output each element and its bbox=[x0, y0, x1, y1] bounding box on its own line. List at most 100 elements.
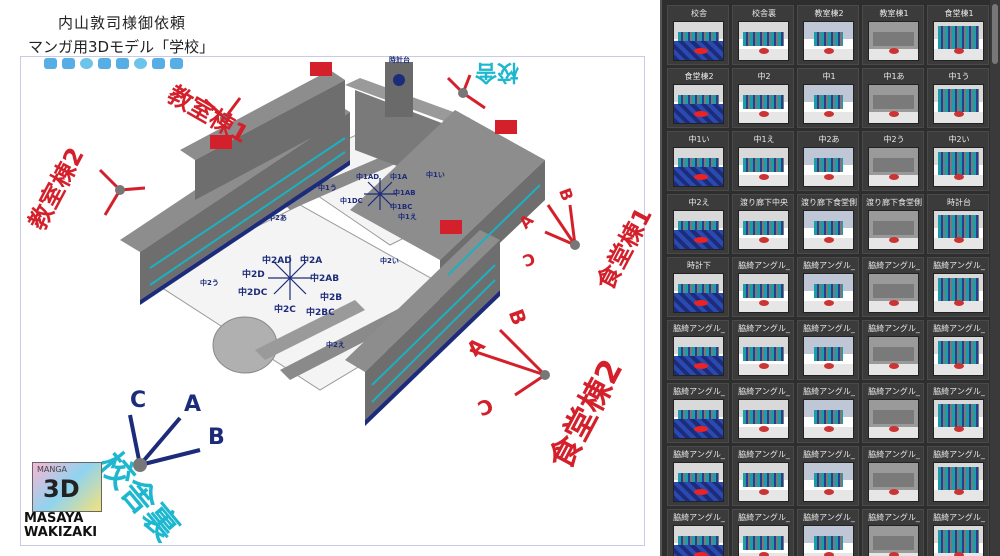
thumbnail-image bbox=[933, 210, 984, 250]
panel-scrollbar[interactable] bbox=[990, 0, 1000, 556]
clock-tower bbox=[385, 62, 413, 117]
thumbnail-image bbox=[673, 21, 724, 61]
thumbnail-image bbox=[933, 525, 984, 556]
thumbnail-image bbox=[933, 147, 984, 187]
thumbnail-image bbox=[868, 21, 919, 61]
thumbnail-grid: 校舎 校舎裏 教室棟2 教室棟1 食堂棟1 食堂棟2 中2 中1 中1あ 中1う中1い 中1え 中2あ… bbox=[667, 5, 991, 556]
label-naka2e: 中2え bbox=[326, 341, 345, 349]
thumbnail-label: 教室棟2 bbox=[814, 9, 844, 18]
thumbnail-tile[interactable]: 脇綺アングル_ bbox=[667, 446, 729, 506]
thumbnail-tile[interactable]: 中1え bbox=[732, 131, 794, 191]
thumbnail-tile[interactable]: 脇綺アングル_ bbox=[667, 509, 729, 556]
thumbnail-tile[interactable]: 脇綺アングル_ bbox=[862, 257, 924, 317]
thumbnail-tile[interactable]: 時計台 bbox=[927, 194, 989, 254]
thumbnail-tile[interactable]: 教室棟1 bbox=[862, 5, 924, 65]
label-naka1dc: 中1DC bbox=[340, 197, 363, 205]
thumbnail-tile[interactable]: 脇綺アングル_ bbox=[862, 320, 924, 380]
thumbnail-tile[interactable]: 脇綺アングル_ bbox=[732, 383, 794, 443]
thumbnail-image bbox=[933, 462, 984, 502]
thumbnail-tile[interactable]: 脇綺アングル_ bbox=[667, 383, 729, 443]
thumbnail-image bbox=[738, 210, 789, 250]
thumbnail-label: 脇綺アングル_ bbox=[738, 324, 790, 333]
thumbnail-tile[interactable]: 中2え bbox=[667, 194, 729, 254]
thumbnail-tile[interactable]: 渡り廊下中央 bbox=[732, 194, 794, 254]
thumbnail-tile[interactable]: 脇綺アングル_ bbox=[862, 446, 924, 506]
label-c: C bbox=[130, 388, 147, 413]
thumbnail-tile[interactable]: 渡り廊下食堂側 bbox=[797, 194, 859, 254]
thumbnail-label: 脇綺アングル_ bbox=[738, 387, 790, 396]
label-naka2c: 中2C bbox=[274, 305, 296, 315]
thumbnail-label: 食堂棟1 bbox=[944, 9, 974, 18]
thumbnail-tile[interactable]: 教室棟2 bbox=[797, 5, 859, 65]
thumbnail-tile[interactable]: 中2 bbox=[732, 68, 794, 128]
school-diagram: 内山敦司様御依頼 マンガ用3Dモデル「学校」 教室棟1 教室棟2 校舎 食堂棟1… bbox=[0, 0, 660, 556]
thumbnail-label: 教室棟1 bbox=[879, 9, 909, 18]
label-naka1i: 中1い bbox=[426, 171, 445, 179]
label-naka1a: 中1A bbox=[390, 173, 408, 181]
thumbnail-tile[interactable]: 脇綺アングル_ bbox=[667, 320, 729, 380]
thumbnail-tile[interactable]: 中1 bbox=[797, 68, 859, 128]
label-naka2u: 中2う bbox=[200, 279, 219, 287]
thumbnail-label: 脇綺アングル_ bbox=[933, 450, 985, 459]
label-naka2a-h: 中2あ bbox=[268, 214, 287, 222]
thumbnail-label: 脇綺アングル_ bbox=[673, 450, 725, 459]
thumbnail-tile[interactable]: 時計下 bbox=[667, 257, 729, 317]
thumbnail-tile[interactable]: 脇綺アングル_ bbox=[732, 257, 794, 317]
thumbnail-label: 中2え bbox=[688, 198, 710, 207]
label-naka2dc: 中2DC bbox=[238, 288, 268, 298]
thumbnail-tile[interactable]: 脇綺アングル_ bbox=[927, 383, 989, 443]
thumbnail-image bbox=[868, 147, 919, 187]
thumbnail-label: 中1 bbox=[822, 72, 836, 81]
thumbnail-tile[interactable]: 中1あ bbox=[862, 68, 924, 128]
thumbnail-tile[interactable]: 食堂棟2 bbox=[667, 68, 729, 128]
thumbnail-label: 脇綺アングル_ bbox=[868, 324, 920, 333]
thumbnail-tile[interactable]: 脇綺アングル_ bbox=[797, 383, 859, 443]
thumbnail-image bbox=[673, 273, 724, 313]
thumbnail-tile[interactable]: 脇綺アングル_ bbox=[797, 509, 859, 556]
thumbnail-label: 中1い bbox=[688, 135, 710, 144]
thumbnail-tile[interactable]: 脇綺アングル_ bbox=[927, 320, 989, 380]
thumbnail-tile[interactable]: 脇綺アングル_ bbox=[732, 509, 794, 556]
camera-point bbox=[458, 88, 468, 98]
scrollbar-thumb[interactable] bbox=[992, 4, 998, 64]
roof-marker bbox=[440, 220, 462, 234]
thumbnail-tile[interactable]: 脇綺アングル_ bbox=[927, 257, 989, 317]
thumbnail-tile[interactable]: 脇綺アングル_ bbox=[797, 320, 859, 380]
thumbnail-image bbox=[933, 336, 984, 376]
thumbnail-image bbox=[868, 84, 919, 124]
thumbnail-label: 脇綺アングル_ bbox=[803, 387, 855, 396]
thumbnail-tile[interactable]: 脇綺アングル_ bbox=[927, 446, 989, 506]
thumbnail-label: 校舎 bbox=[691, 9, 707, 18]
thumbnail-image bbox=[803, 399, 854, 439]
thumbnail-tile[interactable]: 中1い bbox=[667, 131, 729, 191]
thumbnail-tile[interactable]: 食堂棟1 bbox=[927, 5, 989, 65]
thumbnail-label: 脇綺アングル_ bbox=[673, 324, 725, 333]
thumbnail-tile[interactable]: 渡り廊下食堂側 bbox=[862, 194, 924, 254]
camera-point bbox=[570, 240, 580, 250]
camera-point bbox=[115, 185, 125, 195]
thumbnail-tile[interactable]: 中2う bbox=[862, 131, 924, 191]
thumbnail-tile[interactable]: 中1う bbox=[927, 68, 989, 128]
label-naka1ad: 中1AD bbox=[356, 173, 380, 181]
thumbnail-label: 脇綺アングル_ bbox=[868, 261, 920, 270]
thumbnail-image bbox=[673, 147, 724, 187]
thumbnail-tile[interactable]: 中2い bbox=[927, 131, 989, 191]
thumbnail-tile[interactable]: 脇綺アングル_ bbox=[732, 446, 794, 506]
thumbnail-tile[interactable]: 中2あ bbox=[797, 131, 859, 191]
label-a: A bbox=[184, 392, 202, 417]
thumbnail-tile[interactable]: 校舎裏 bbox=[732, 5, 794, 65]
thumbnail-label: 食堂棟2 bbox=[684, 72, 714, 81]
camera-point bbox=[540, 370, 550, 380]
thumbnail-label: 渡り廊下中央 bbox=[740, 198, 788, 207]
thumbnail-tile[interactable]: 脇綺アングル_ bbox=[862, 509, 924, 556]
thumbnail-tile[interactable]: 脇綺アングル_ bbox=[797, 257, 859, 317]
thumbnail-image bbox=[803, 21, 854, 61]
thumbnail-tile[interactable]: 校舎 bbox=[667, 5, 729, 65]
thumbnail-tile[interactable]: 脇綺アングル_ bbox=[927, 509, 989, 556]
thumbnail-tile[interactable]: 脇綺アングル_ bbox=[732, 320, 794, 380]
thumbnail-image bbox=[868, 336, 919, 376]
thumbnail-tile[interactable]: 脇綺アングル_ bbox=[862, 383, 924, 443]
thumbnail-label: 渡り廊下食堂側 bbox=[866, 198, 922, 207]
thumbnail-tile[interactable]: 脇綺アングル_ bbox=[797, 446, 859, 506]
label-naka2ad: 中2AD bbox=[262, 256, 292, 266]
